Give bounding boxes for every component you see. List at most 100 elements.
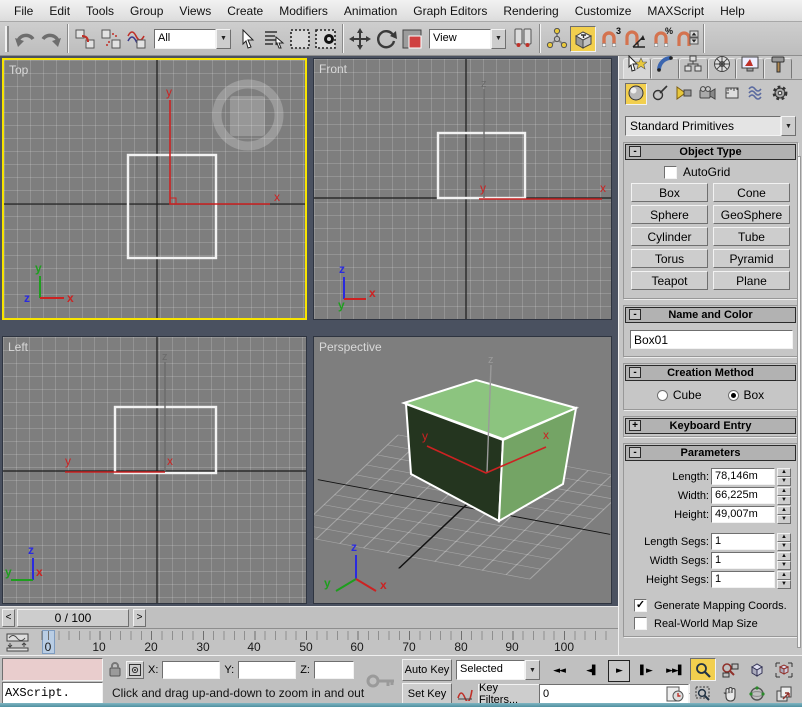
menu-tools[interactable]: Tools (78, 1, 122, 21)
selection-set-dropdown[interactable]: Selected ▼ (456, 660, 540, 680)
name-color-header[interactable]: - Name and Color (625, 307, 796, 323)
select-and-move-button[interactable] (347, 26, 373, 52)
next-frame-button[interactable]: ▌► (634, 661, 658, 681)
width-spinner[interactable]: ▲▼ (777, 487, 791, 504)
zoom-extents-button[interactable] (744, 658, 770, 681)
viewport-left-label[interactable]: Left (8, 340, 28, 354)
geosphere-button[interactable]: GeoSphere (713, 205, 790, 224)
method-box-option[interactable]: Box (728, 388, 765, 402)
set-key-button[interactable]: Set Key (402, 683, 452, 705)
height-segs-spinner[interactable]: ▲▼ (777, 571, 791, 588)
category-lights[interactable] (673, 83, 695, 105)
length-spinner[interactable]: ▲▼ (777, 468, 791, 485)
angle-snap-button[interactable] (622, 26, 648, 52)
box-button[interactable]: Box (631, 183, 708, 202)
absolute-mode-toggle[interactable] (126, 661, 144, 679)
object-type-header[interactable]: - Object Type (625, 144, 796, 160)
play-button[interactable]: ► (608, 660, 630, 682)
category-shapes[interactable] (649, 83, 671, 105)
keyboard-entry-header[interactable]: + Keyboard Entry (625, 418, 796, 434)
redo-button[interactable] (38, 26, 64, 52)
menu-customize[interactable]: Customize (567, 1, 640, 21)
zoom-all-button[interactable] (717, 658, 743, 681)
x-coordinate-field[interactable] (162, 661, 220, 679)
collapse-toggle-icon[interactable]: - (629, 447, 641, 458)
viewport-left[interactable]: Left z y x z y x (2, 336, 307, 604)
width-segs-spinner[interactable]: ▲▼ (777, 552, 791, 569)
menu-rendering[interactable]: Rendering (495, 1, 566, 21)
method-cube-option[interactable]: Cube (657, 388, 702, 402)
go-to-start-button[interactable]: ◄◄ (546, 661, 572, 681)
next-frame-arrow[interactable]: > (133, 609, 146, 627)
keyboard-override-toggle[interactable] (570, 26, 596, 52)
percent-snap-button[interactable]: % (648, 26, 674, 52)
viewport-top[interactable]: Top y x y x z (2, 58, 307, 320)
menu-modifiers[interactable]: Modifiers (271, 1, 336, 21)
y-coordinate-field[interactable] (238, 661, 296, 679)
category-cameras[interactable] (697, 83, 719, 105)
object-name-input[interactable] (630, 330, 793, 349)
chevron-down-icon[interactable]: ▼ (781, 116, 796, 136)
plane-button[interactable]: Plane (713, 271, 790, 290)
viewport-perspective[interactable]: Perspective z y x (313, 336, 612, 604)
auto-key-button[interactable]: Auto Key (402, 659, 452, 681)
expand-toggle-icon[interactable]: + (629, 420, 641, 431)
select-by-name-button[interactable] (261, 26, 287, 52)
reference-coordinate-dropdown[interactable]: View ▼ (429, 29, 506, 49)
menu-help[interactable]: Help (712, 1, 753, 21)
autogrid-checkbox[interactable] (664, 166, 677, 179)
height-field[interactable]: 49,007m (711, 506, 775, 523)
width-field[interactable]: 66,225m (711, 487, 775, 504)
length-segs-spinner[interactable]: ▲▼ (777, 533, 791, 550)
torus-button[interactable]: Torus (631, 249, 708, 268)
rectangular-selection-button[interactable] (287, 26, 313, 52)
tab-hierarchy[interactable] (679, 58, 707, 79)
length-segs-field[interactable]: 1 (711, 533, 775, 550)
tab-motion[interactable] (708, 58, 736, 79)
tab-utilities[interactable] (764, 58, 792, 79)
window-crossing-button[interactable] (313, 26, 339, 52)
chevron-down-icon[interactable]: ▼ (525, 660, 540, 680)
toolbar-grip[interactable] (5, 26, 9, 52)
cone-button[interactable]: Cone (713, 183, 790, 202)
viewport-front-label[interactable]: Front (319, 62, 347, 76)
chevron-down-icon[interactable]: ▼ (491, 29, 506, 49)
selection-filter-dropdown[interactable]: All ▼ (154, 29, 231, 49)
viewport-perspective-label[interactable]: Perspective (319, 340, 382, 354)
sphere-button[interactable]: Sphere (631, 205, 708, 224)
category-helpers[interactable] (721, 83, 743, 105)
select-and-scale-button[interactable] (399, 26, 425, 52)
menu-animation[interactable]: Animation (336, 1, 405, 21)
menu-views[interactable]: Views (171, 1, 219, 21)
go-to-end-button[interactable]: ►►▌ (662, 661, 688, 681)
spinner-snap-button[interactable] (674, 26, 700, 52)
menu-group[interactable]: Group (122, 1, 171, 21)
z-coordinate-field[interactable] (314, 661, 354, 679)
macro-recorder-line[interactable] (2, 658, 103, 681)
select-and-rotate-button[interactable] (373, 26, 399, 52)
height-spinner[interactable]: ▲▼ (777, 506, 791, 523)
arc-rotate-button[interactable] (744, 682, 770, 705)
timeline-ruler[interactable]: 0 10 20 30 40 50 60 70 80 90 100 (34, 629, 608, 656)
new-key-mode-button[interactable] (456, 684, 474, 704)
tab-display[interactable] (736, 58, 764, 79)
width-segs-field[interactable]: 1 (711, 552, 775, 569)
generate-mapping-checkbox[interactable]: ✓ (634, 599, 647, 612)
snaps-toggle-button[interactable]: 3 (596, 26, 622, 52)
length-field[interactable]: 78,146m (711, 468, 775, 485)
tab-modify[interactable] (651, 58, 679, 79)
category-geometry[interactable] (625, 83, 647, 105)
menu-maxscript[interactable]: MAXScript (639, 1, 712, 21)
time-slider[interactable]: 0 / 100 (17, 609, 129, 627)
panel-scrollbar[interactable] (797, 156, 801, 648)
chevron-down-icon[interactable]: ▼ (216, 29, 231, 49)
maxscript-mini-listener[interactable]: AXScript. (2, 658, 103, 704)
pan-button[interactable] (717, 682, 743, 705)
key-filters-button[interactable]: Key Filters... (478, 684, 540, 704)
region-zoom-button[interactable] (690, 682, 716, 705)
tab-create[interactable] (623, 58, 651, 79)
menu-create[interactable]: Create (219, 1, 271, 21)
time-configuration-button[interactable] (664, 684, 686, 704)
previous-frame-button[interactable]: ◄▌ (580, 661, 604, 681)
pyramid-button[interactable]: Pyramid (713, 249, 790, 268)
